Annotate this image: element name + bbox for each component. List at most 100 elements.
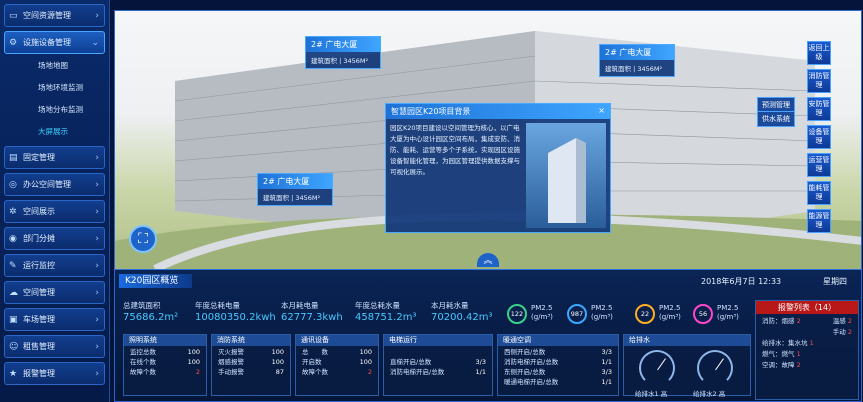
box-title: 电梯运行 (384, 335, 492, 346)
sidebar-item-space-manage[interactable]: ☁ 空间管理 › (4, 281, 105, 304)
back-button[interactable]: 返回上级 (807, 41, 831, 65)
box-row: 消防电梯开启/总数 1/1 (504, 358, 612, 366)
stat-monthly-water: 本月耗水量 70200.42m³ (431, 300, 492, 323)
stat-label: 总建筑面积 (123, 301, 161, 310)
stat-label: 本月耗水量 (431, 301, 469, 310)
box-row: 西侧开启/总数 3/3 (504, 348, 612, 356)
sidebar-item-lease[interactable]: ☺ 租售管理 › (4, 335, 105, 358)
sidebar-item-label: 设施设备管理 (23, 38, 71, 47)
sidebar-item-office[interactable]: ◎ 办公空间管理 › (4, 173, 105, 196)
monitor-icon: ▭ (9, 10, 18, 21)
box-row: 监控总数 100 (130, 348, 200, 356)
sidebar-item-parking[interactable]: ▣ 车场管理 › (4, 308, 105, 331)
weekday: 星期四 (823, 277, 847, 286)
device-manage-button[interactable]: 设备管理 (807, 125, 831, 149)
chevron-right-icon: › (95, 152, 99, 163)
water-system-label[interactable]: 供水系统 (757, 111, 795, 127)
popup-area: 建筑面积 | 3456M² (311, 57, 369, 65)
project-background-dialog: 智慧园区K20项目背景 × 园区K20项目建设以空间管理为核心，以广电大厦为中心设… (385, 103, 611, 233)
chevron-right-icon: › (95, 287, 99, 298)
sidebar-item-label: 部门分摊 (23, 234, 55, 243)
sidebar-item-fixed[interactable]: ▤ 固定管理 › (4, 146, 105, 169)
car-icon: ▣ (9, 314, 18, 325)
stat-label: 年度总耗电量 (195, 301, 240, 310)
building-popup-1[interactable]: 2# 广电大厦 建筑面积 | 3456M² (305, 36, 381, 69)
elevator-box: 电梯运行 直梯开启/总数 3/3 消防电梯开启/总数 1/1 (383, 334, 493, 396)
sidebar-item-label: 运行监控 (23, 261, 55, 270)
chevron-right-icon: › (95, 314, 99, 325)
box-row: 暖通电梯开启/总数 1/1 (504, 378, 612, 386)
sidebar-item-alarm[interactable]: ★ 报警管理 › (4, 362, 105, 385)
lighting-system-box: 照明系统 监控总数 100 在线个数 100 故障个数 2 (123, 334, 207, 396)
alarm-list[interactable]: 报警列表（14） 消防：烟感 2 温感 2 手动 2 给排水：集水坑 1 燃气：燃… (755, 300, 859, 400)
sidebar-item-label: 车场管理 (23, 315, 55, 324)
sidebar-subitem-bigscreen[interactable]: 大屏展示 (0, 120, 109, 142)
sidebar-item-label: 空间资源管理 (23, 11, 71, 20)
sidebar-subitem-distribution[interactable]: 场地分布监测 (0, 98, 109, 120)
cloud-icon: ☁ (9, 287, 18, 298)
operation-manage-button[interactable]: 运营管理 (807, 153, 831, 177)
sidebar-item-monitor[interactable]: ✎ 运行监控 › (4, 254, 105, 277)
box-row: 开启数 100 (302, 358, 372, 366)
stat-total-area: 总建筑面积 75686.2m² (123, 300, 178, 323)
fire-manage-button[interactable]: 消防管理 (807, 69, 831, 93)
building-popup-2[interactable]: 2# 广电大厦 建筑面积 | 3456M² (599, 44, 675, 77)
stat-monthly-power: 本月耗电量 62777.3kwh (281, 300, 343, 323)
chevron-right-icon: › (95, 368, 99, 379)
fullscreen-icon[interactable]: ⛶ (129, 225, 157, 253)
building-popup-3[interactable]: 2# 广电大厦 建筑面积 | 3456M² (257, 173, 333, 206)
hvac-box: 暖通空调 西侧开启/总数 3/3 消防电梯开启/总数 1/1 东侧开启/总数 3/3 … (497, 334, 619, 396)
sidebar-item-space-display[interactable]: ✲ 空间展示 › (4, 200, 105, 223)
box-row: 手动报警 87 (218, 368, 284, 376)
chevron-down-icon: ⌄ (91, 37, 99, 48)
chevron-right-icon: › (95, 179, 99, 190)
fire-system-box: 消防系统 灭火报警 100 烟感报警 100 手动报警 87 (211, 334, 291, 396)
box-row: 烟感报警 100 (218, 358, 284, 366)
building-3d-scene[interactable]: 2# 广电大厦 建筑面积 | 3456M² 2# 广电大厦 建筑面积 | 345… (115, 11, 861, 273)
pm-ring-1: 122 (507, 304, 527, 324)
popup-area: 建筑面积 | 3456M² (605, 65, 663, 73)
sidebar-item-facility[interactable]: ⚙ 设施设备管理 ⌄ (4, 31, 105, 54)
chevron-right-icon: › (95, 10, 99, 21)
box-row: 灭火报警 100 (218, 348, 284, 356)
stat-annual-water: 年度总耗水量 458751.2m³ (355, 300, 416, 323)
panel-title: K20园区概览 (119, 274, 193, 288)
alarm-row: 空调：故障 2 (762, 361, 801, 369)
sidebar-item-label: 报警管理 (23, 369, 55, 378)
sidebar-item-department[interactable]: ◉ 部门分摊 › (4, 227, 105, 250)
stat-annual-power: 年度总耗电量 10080350.2kwh (195, 300, 276, 323)
alarm-row: 消防：烟感 2 温感 2 (762, 317, 852, 325)
building-photo (526, 123, 606, 228)
sidebar-item-label: 空间展示 (23, 207, 55, 216)
sidebar-subitem-map[interactable]: 场地地图 (0, 54, 109, 76)
stat-value: 458751.2m³ (355, 312, 417, 323)
pm-ring-2: 987 (567, 304, 587, 324)
sidebar-subitem-env[interactable]: 场地环境监测 (0, 76, 109, 98)
pm-label-2: PM2.5 (g/m³) (591, 304, 613, 321)
datetime: 2018年6月7日 12:33 (701, 277, 782, 286)
stat-value: 10080350.2kwh (195, 312, 276, 323)
power-manage-button[interactable]: 能源管理 (807, 209, 831, 233)
alarm-row: 给排水：集水坑 1 (762, 339, 814, 347)
chevron-right-icon: › (95, 341, 99, 352)
stat-label: 年度总耗水量 (355, 301, 400, 310)
sidebar-item-space-resource[interactable]: ▭ 空间资源管理 › (4, 4, 105, 27)
popup-area: 建筑面积 | 3456M² (263, 194, 321, 202)
pm-label-1: PM2.5 (g/m³) (531, 304, 553, 321)
main-view: 2# 广电大厦 建筑面积 | 3456M² 2# 广电大厦 建筑面积 | 345… (114, 10, 862, 402)
dialog-text: 园区K20项目建设以空间管理为核心，以广电大厦为中心设计园区空间布局，集成安防、… (390, 124, 520, 176)
chevron-right-icon: › (95, 260, 99, 271)
box-row: 在线个数 100 (130, 358, 200, 366)
pm-ring-4: 56 (693, 304, 713, 324)
user-icon: ☺ (9, 341, 19, 352)
popup-title: 2# 广电大厦 (263, 177, 310, 186)
box-title: 给排水 (624, 335, 750, 346)
security-manage-button[interactable]: 安防管理 (807, 97, 831, 121)
dialog-title: 智慧园区K20项目背景 (391, 107, 471, 116)
box-row: 东侧开启/总数 3/3 (504, 368, 612, 376)
close-icon[interactable]: × (598, 106, 605, 117)
sidebar: ▭ 空间资源管理 › ⚙ 设施设备管理 ⌄ 场地地图 场地环境监测 场地分布监测 大屏展… (0, 0, 110, 402)
pm-label-4: PM2.5 (g/m³) (717, 304, 739, 321)
energy-manage-button[interactable]: 能耗管理 (807, 181, 831, 205)
stat-value: 70200.42m³ (431, 312, 493, 323)
